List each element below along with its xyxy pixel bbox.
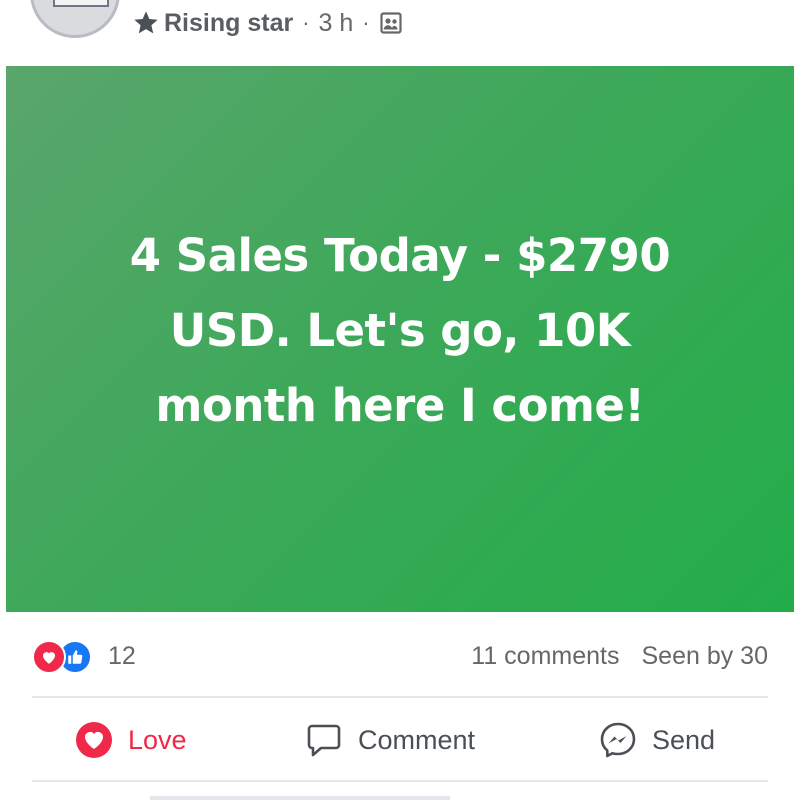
comment-label: Comment xyxy=(358,724,476,755)
comments-count[interactable]: 11 comments xyxy=(471,642,619,671)
avatar-image xyxy=(53,0,109,7)
send-label: Send xyxy=(652,724,716,755)
reaction-icons[interactable] xyxy=(32,640,104,674)
reaction-count[interactable]: 12 xyxy=(108,642,136,671)
messenger-icon xyxy=(600,722,636,758)
post-actions: Love Comment Send xyxy=(32,710,768,770)
avatar[interactable] xyxy=(30,0,120,38)
comment-section-edge xyxy=(150,796,450,800)
divider xyxy=(32,696,768,698)
post-meta: Rising star · 3 h · xyxy=(132,8,403,38)
star-icon xyxy=(134,11,158,34)
meta-separator: · xyxy=(362,10,370,35)
love-label: Love xyxy=(128,724,187,755)
divider xyxy=(32,780,768,782)
love-button[interactable]: Love xyxy=(74,710,187,770)
love-reaction-icon xyxy=(32,640,66,674)
post-stats: 11 comments Seen by 30 xyxy=(471,642,768,671)
reactions-summary: 12 11 comments Seen by 30 xyxy=(32,636,768,676)
seen-by-count[interactable]: Seen by 30 xyxy=(642,642,769,671)
post-header: Rising star · 3 h · xyxy=(0,0,800,66)
send-button[interactable]: Send xyxy=(598,710,715,770)
comment-button[interactable]: Comment xyxy=(304,710,475,770)
comment-icon xyxy=(307,724,341,757)
post-text: 4 Sales Today - $2790 USD. Let's go, 10K… xyxy=(129,228,671,432)
group-privacy-icon xyxy=(380,12,402,34)
post-time[interactable]: 3 h xyxy=(319,9,354,38)
meta-separator: · xyxy=(302,10,310,35)
post-background-card[interactable]: 4 Sales Today - $2790 USD. Let's go, 10K… xyxy=(6,66,794,612)
badge-label[interactable]: Rising star xyxy=(164,9,293,38)
love-icon xyxy=(76,722,112,758)
